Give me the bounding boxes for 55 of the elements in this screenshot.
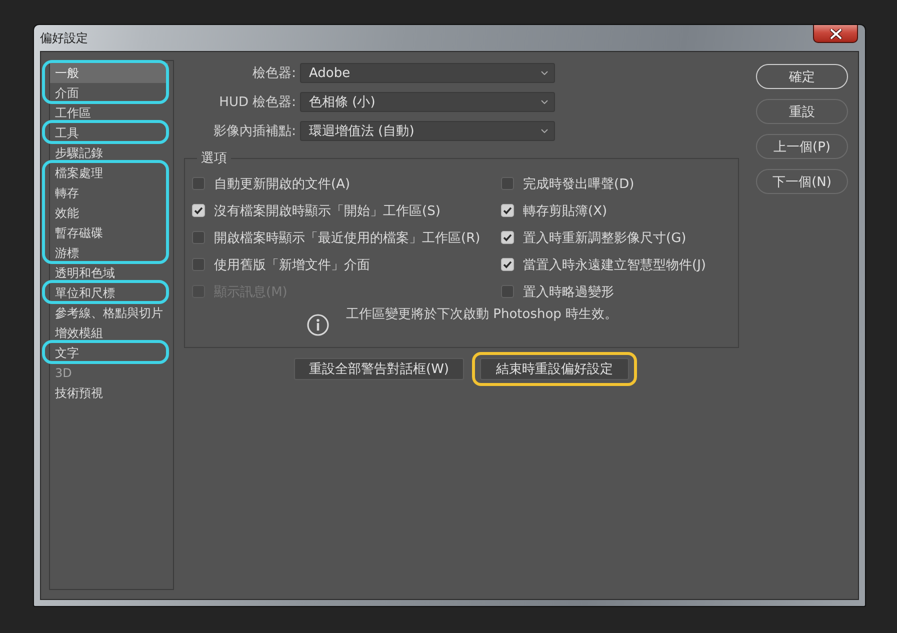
sidebar-item[interactable]: 游標 [50, 243, 168, 263]
checkbox-label: 置入時略過變形 [523, 284, 614, 300]
dialog-button[interactable]: 確定 [756, 64, 848, 89]
dropdown-label: 影像內插補點: [212, 123, 296, 140]
dropdown[interactable]: 環迴增值法 (自動) [300, 121, 555, 141]
dialog-button[interactable]: 重設全部警告對話框(W) [294, 358, 464, 380]
notice-text: 工作區變更將於下次啟動 Photoshop 時生效。 [346, 307, 618, 323]
checkbox-label: 當置入時永遠建立智慧型物件(J) [523, 256, 706, 274]
sidebar-item[interactable]: 參考線、格點與切片 [50, 303, 168, 323]
close-icon [830, 28, 842, 38]
checkbox[interactable] [192, 258, 205, 271]
sidebar-item[interactable]: 工作區 [50, 103, 168, 123]
checkbox-label: 自動更新開啟的文件(A) [214, 176, 350, 192]
checkbox-label: 完成時發出嗶聲(D) [523, 176, 634, 192]
info-icon [307, 314, 329, 336]
dropdown-label: HUD 檢色器: [218, 94, 296, 111]
sidebar-item[interactable]: 技術預視 [50, 383, 168, 403]
chevron-down-icon [541, 71, 548, 75]
checkbox-label: 沒有檔案開啟時顯示「開始」工作區(S) [214, 202, 440, 220]
window-title: 偏好設定 [40, 31, 88, 45]
dropdown[interactable]: 色相條 (小) [300, 92, 555, 112]
checkbox[interactable] [192, 177, 205, 190]
sidebar-item[interactable]: 效能 [50, 203, 168, 223]
dialog-button[interactable]: 上一個(P) [756, 134, 848, 159]
chevron-down-icon [541, 100, 548, 104]
checkbox[interactable] [192, 231, 205, 244]
checkbox[interactable] [501, 258, 514, 271]
sidebar-item[interactable]: 單位和尺標 [50, 283, 168, 303]
checkbox-label: 開啟檔案時顯示「最近使用的檔案」工作區(R) [214, 230, 480, 246]
group-title: 選項 [200, 151, 228, 166]
dialog-button[interactable]: 重設 [756, 99, 848, 124]
sidebar-item[interactable]: 轉存 [50, 183, 168, 203]
sidebar-item[interactable]: 暫存磁碟 [50, 223, 168, 243]
sidebar-item[interactable]: 一般 [50, 63, 168, 83]
sidebar-item[interactable]: 步驟記錄 [50, 143, 168, 163]
chevron-down-icon [541, 129, 548, 133]
close-button[interactable] [813, 25, 858, 43]
checkbox[interactable] [501, 231, 514, 244]
sidebar-item[interactable]: 透明和色域 [50, 263, 168, 283]
sidebar-item[interactable]: 檔案處理 [50, 163, 168, 183]
checkbox-label: 使用舊版「新增文件」介面 [214, 256, 370, 274]
checkbox[interactable] [501, 285, 514, 298]
checkbox[interactable] [501, 177, 514, 190]
checkbox-label: 轉存剪貼簿(X) [523, 202, 608, 220]
checkbox[interactable] [192, 204, 205, 217]
checkbox[interactable] [501, 204, 514, 217]
dropdown[interactable]: Adobe [300, 63, 555, 83]
sidebar-item[interactable]: 增效模組 [50, 323, 168, 343]
dropdown-label: 檢色器: [252, 65, 296, 82]
dialog-button[interactable]: 結束時重設偏好設定 [480, 358, 629, 380]
sidebar-item[interactable]: 文字 [50, 343, 168, 363]
dialog-button[interactable]: 下一個(N) [756, 169, 848, 194]
sidebar-item[interactable]: 介面 [50, 83, 168, 103]
checkbox-label: 置入時重新調整影像尺寸(G) [523, 230, 686, 246]
sidebar-item[interactable]: 工具 [50, 123, 168, 143]
